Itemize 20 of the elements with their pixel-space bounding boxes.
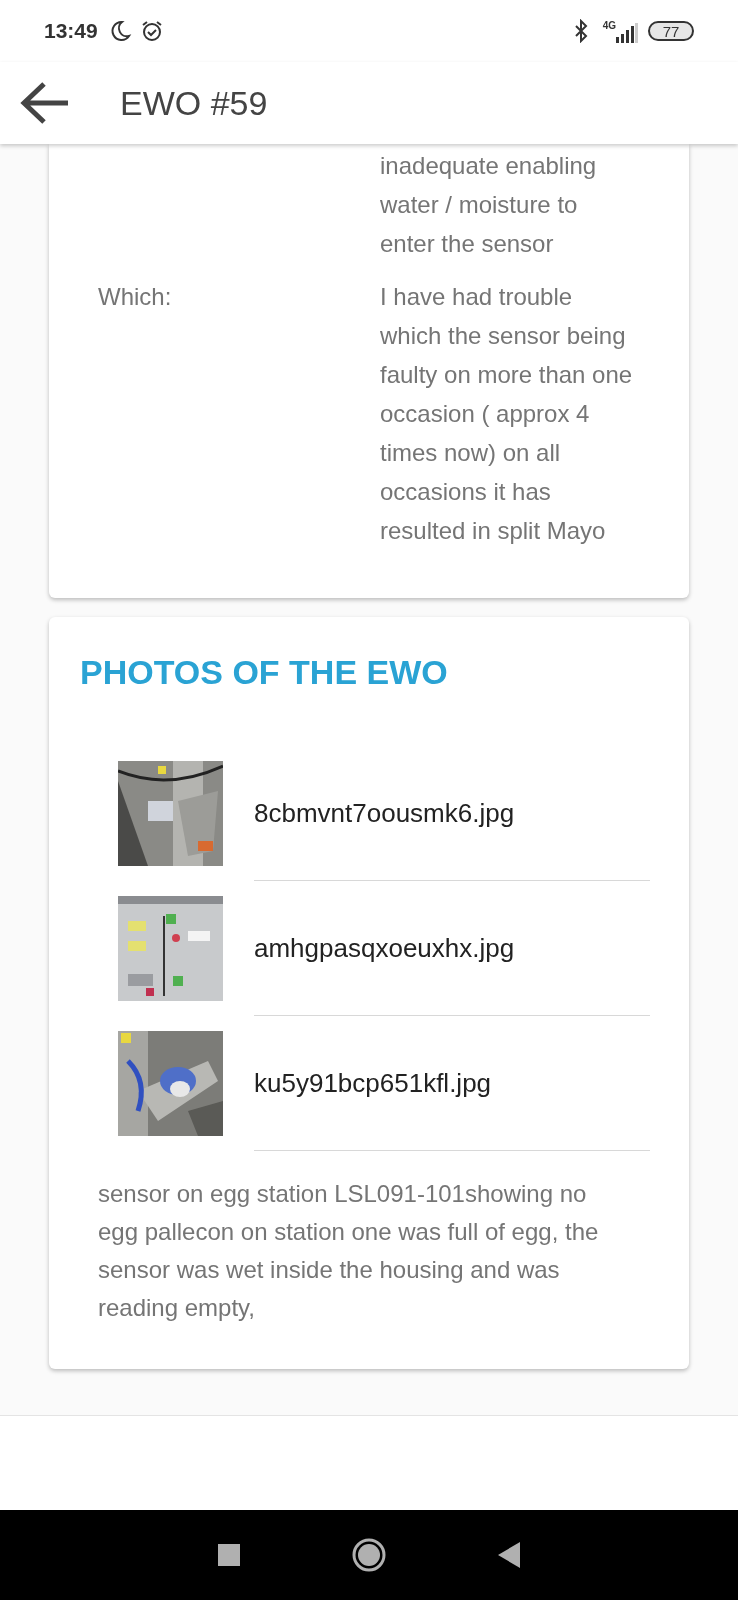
section-title: PHOTOS OF THE EWO: [80, 652, 449, 693]
field-value: I have had trouble which the sensor being faulty on more than one occasion ( approx 4 times now) on all occasions it has resulted in split Mayo: [380, 282, 634, 546]
field-value: inadequate enabling water / moisture to enter the sensor: [380, 151, 598, 259]
field-label: Which:: [98, 283, 172, 310]
photo-description: sensor on egg station LSL091-101showing no egg pallecon on station one was full of egg, the sensor was wet inside the housing and was reading empty,: [98, 1179, 600, 1323]
photo-list-item[interactable]: 8cbmvnt7oousmk6.jpg: [80, 746, 658, 881]
network-type: 4G: [602, 19, 616, 33]
status-time: 13:49: [44, 18, 98, 45]
back-arrow-icon: [20, 81, 70, 125]
page-title: EWO #59: [120, 82, 268, 124]
file-name: ku5y91bcp651kfl.jpg: [254, 1066, 492, 1100]
signal-icon: [616, 23, 638, 43]
back-icon[interactable]: [498, 1542, 520, 1568]
bluetooth-icon: [572, 19, 589, 43]
photo-list-item[interactable]: ku5y91bcp651kfl.jpg: [80, 1016, 658, 1151]
home-icon[interactable]: [352, 1538, 386, 1572]
photo-list-item[interactable]: amhgpasqxoeuxhx.jpg: [80, 881, 658, 1016]
file-name: 8cbmvnt7oousmk6.jpg: [254, 796, 515, 830]
battery-indicator: 77: [648, 21, 694, 41]
file-name: amhgpasqxoeuxhx.jpg: [254, 931, 515, 965]
